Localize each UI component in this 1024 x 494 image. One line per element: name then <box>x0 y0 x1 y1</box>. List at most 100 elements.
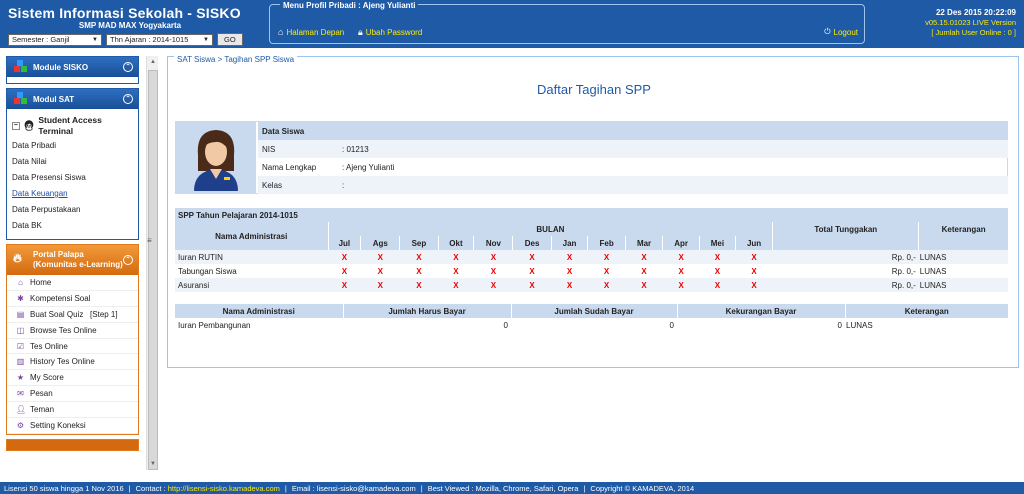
data-siswa-header: Data Siswa <box>258 122 1008 140</box>
row2-ket: LUNAS <box>846 320 873 330</box>
footer-contact-link[interactable]: http://lisensi-sisko.kamadeva.com <box>168 484 280 493</box>
unpaid-x-icon: X <box>587 264 626 278</box>
unpaid-x-icon: X <box>587 278 626 292</box>
change-password-link[interactable]: 🔒︎ Ubah Password <box>358 27 422 38</box>
collapse-toggle-icon[interactable]: ⌃ <box>123 94 133 104</box>
portal-item-label: History Tes Online <box>30 357 95 367</box>
month-header: Okt <box>438 236 475 250</box>
sidebar-scrollbar[interactable]: ▲ ▼ <box>146 56 158 470</box>
portal-item-my-score[interactable]: ★ My Score <box>7 370 138 387</box>
unpaid-x-icon: X <box>735 278 773 292</box>
col2-harus-bayar: Jumlah Harus Bayar <box>343 304 512 318</box>
tahun-ajaran-select[interactable]: Thn Ajaran : 2014-1015 ▼ <box>106 33 213 46</box>
unpaid-x-icon: X <box>699 278 736 292</box>
tree-collapse-icon[interactable]: − <box>12 122 20 130</box>
field-value: : Ajeng Yulianti <box>342 162 395 172</box>
module-sisko-header[interactable]: Module SISKO ⌃ <box>7 57 138 77</box>
home-icon: ⌂ <box>18 277 23 287</box>
row2-name: Iuran Pembangunan <box>178 320 251 330</box>
unpaid-x-icon: X <box>625 278 663 292</box>
module-cubes-icon <box>14 60 27 72</box>
go-button[interactable]: GO <box>217 33 243 46</box>
row-name: Tabungan Siswa <box>175 264 328 278</box>
col-keterangan: Keterangan <box>918 222 1008 250</box>
student-access-title[interactable]: − 👩︎ Student Access Terminal <box>12 115 133 137</box>
sat-link-data-presensi[interactable]: Data Presensi Siswa <box>12 169 133 185</box>
row2-kurang: 0 <box>837 320 842 330</box>
portal-item-pesan[interactable]: ✉ Pesan <box>7 386 138 403</box>
row-total: Rp. 0,- <box>772 264 919 278</box>
semester-select[interactable]: Semester : Ganjil ▼ <box>8 33 102 46</box>
field-value: : <box>342 180 345 190</box>
unpaid-x-icon: X <box>587 250 626 264</box>
unpaid-x-icon: X <box>360 250 400 264</box>
breadcrumb[interactable]: SAT Siswa > Tagihan SPP Siswa <box>174 55 298 64</box>
unpaid-x-icon: X <box>473 278 513 292</box>
unpaid-x-icon: X <box>699 250 736 264</box>
row-keterangan: LUNAS <box>918 264 1008 278</box>
module-sisko-panel: Module SISKO ⌃ <box>6 56 139 84</box>
row-total: Rp. 0,- <box>772 250 919 264</box>
row2-harus: 0 <box>503 320 508 330</box>
portal-item-teman[interactable]: 👤︎ Teman <box>7 402 138 419</box>
month-header: Des <box>512 236 552 250</box>
field-row-kelas: Kelas : <box>258 176 1008 194</box>
unpaid-x-icon: X <box>662 250 700 264</box>
unpaid-x-icon: X <box>399 264 439 278</box>
field-row-nama: Nama Lengkap : Ajeng Yulianti <box>258 158 1008 176</box>
header-bar: Sistem Informasi Sekolah - SISKO SMP MAD… <box>0 0 1024 48</box>
portal-palapa-header[interactable]: 🔥︎ Portal Palapa (Komunitas e-Learning) … <box>7 245 138 275</box>
sat-link-data-perpustakaan[interactable]: Data Perpustakaan <box>12 201 133 217</box>
logout-button[interactable]: ⏻ Logout <box>824 27 858 37</box>
field-label: Kelas <box>262 180 283 190</box>
portal-item-history[interactable]: ▥ History Tes Online <box>7 354 138 371</box>
doc-icon: ▤ <box>16 309 25 319</box>
unpaid-x-icon: X <box>438 250 474 264</box>
sat-link-data-nilai[interactable]: Data Nilai <box>12 153 133 169</box>
modul-sat-header[interactable]: Modul SAT ⌃ <box>7 89 138 109</box>
settings-icon: ⚙ <box>16 420 25 430</box>
tahun-ajaran-value: Thn Ajaran : 2014-1015 <box>110 35 189 44</box>
power-icon: ⏻ <box>824 27 831 36</box>
next-panel-header[interactable] <box>6 438 139 451</box>
portal-item-kompetensi-soal[interactable]: ✱ Kompetensi Soal <box>7 291 138 307</box>
col2-nama: Nama Administrasi <box>175 304 344 318</box>
user-icon: 👤︎ <box>16 405 27 415</box>
col2-sudah-bayar: Jumlah Sudah Bayar <box>511 304 678 318</box>
month-header: Ags <box>360 236 401 250</box>
sidebar: Module SISKO ⌃ Modul SAT ⌃ − 👩︎ Student … <box>6 56 139 470</box>
portal-item-setting-koneksi[interactable]: ⚙ Setting Koneksi <box>7 418 138 434</box>
month-header: Jun <box>735 236 774 250</box>
home-link[interactable]: ⌂ Halaman Depan <box>278 27 344 37</box>
month-header: Jul <box>328 236 362 250</box>
modul-sat-panel: Modul SAT ⌃ − 👩︎ Student Access Terminal… <box>6 88 139 240</box>
month-header: Mar <box>625 236 664 250</box>
portal-item-label: Buat Soal Quiz [Step 1] <box>30 309 118 319</box>
scroll-up-arrow-icon[interactable]: ▲ <box>147 56 159 68</box>
student-access-label: Student Access Terminal <box>38 115 102 136</box>
sat-link-data-bk[interactable]: Data BK <box>12 217 133 233</box>
scrollbar-thumb[interactable] <box>148 70 158 470</box>
change-password-label: Ubah Password <box>365 28 423 37</box>
portal-item-browse-tes[interactable]: ◫ Browse Tes Online <box>7 323 138 339</box>
collapse-toggle-icon[interactable]: ⌃ <box>123 255 133 265</box>
student-info-box: Data Siswa NIS : 01213 Nama Lengkap : Aj… <box>175 121 1008 194</box>
history-icon: ▥ <box>16 357 25 367</box>
lock-icon: 🔒︎ <box>358 27 363 37</box>
sat-link-data-keuangan[interactable]: Data Keuangan <box>12 185 133 201</box>
portal-item-home[interactable]: ⌂ Home <box>7 275 138 291</box>
spp-rows: Iuran RUTIN X X X X X X X X X X X X Rp. 0,- LUNAS Tabun… <box>175 250 1008 292</box>
sat-link-data-pribadi[interactable]: Data Pribadi <box>12 137 133 153</box>
online-users: [ Jumlah User Online : 0 ] <box>931 28 1016 37</box>
splitter-handle-icon[interactable]: ≡ <box>147 236 152 245</box>
col-total-tunggakan: Total Tunggakan <box>772 222 920 250</box>
unpaid-x-icon: X <box>360 278 400 292</box>
home-icon: ⌂ <box>278 27 284 37</box>
collapse-toggle-icon[interactable]: ⌃ <box>123 62 133 72</box>
portal-item-tes-online[interactable]: ☑ Tes Online <box>7 339 138 355</box>
unpaid-x-icon: X <box>551 264 588 278</box>
scroll-down-arrow-icon[interactable]: ▼ <box>147 458 159 470</box>
portal-item-buat-soal[interactable]: ▤ Buat Soal Quiz [Step 1] <box>7 307 138 323</box>
unpaid-x-icon: X <box>360 264 400 278</box>
version-info: v05.15.01023 LIVE Version <box>925 18 1016 27</box>
